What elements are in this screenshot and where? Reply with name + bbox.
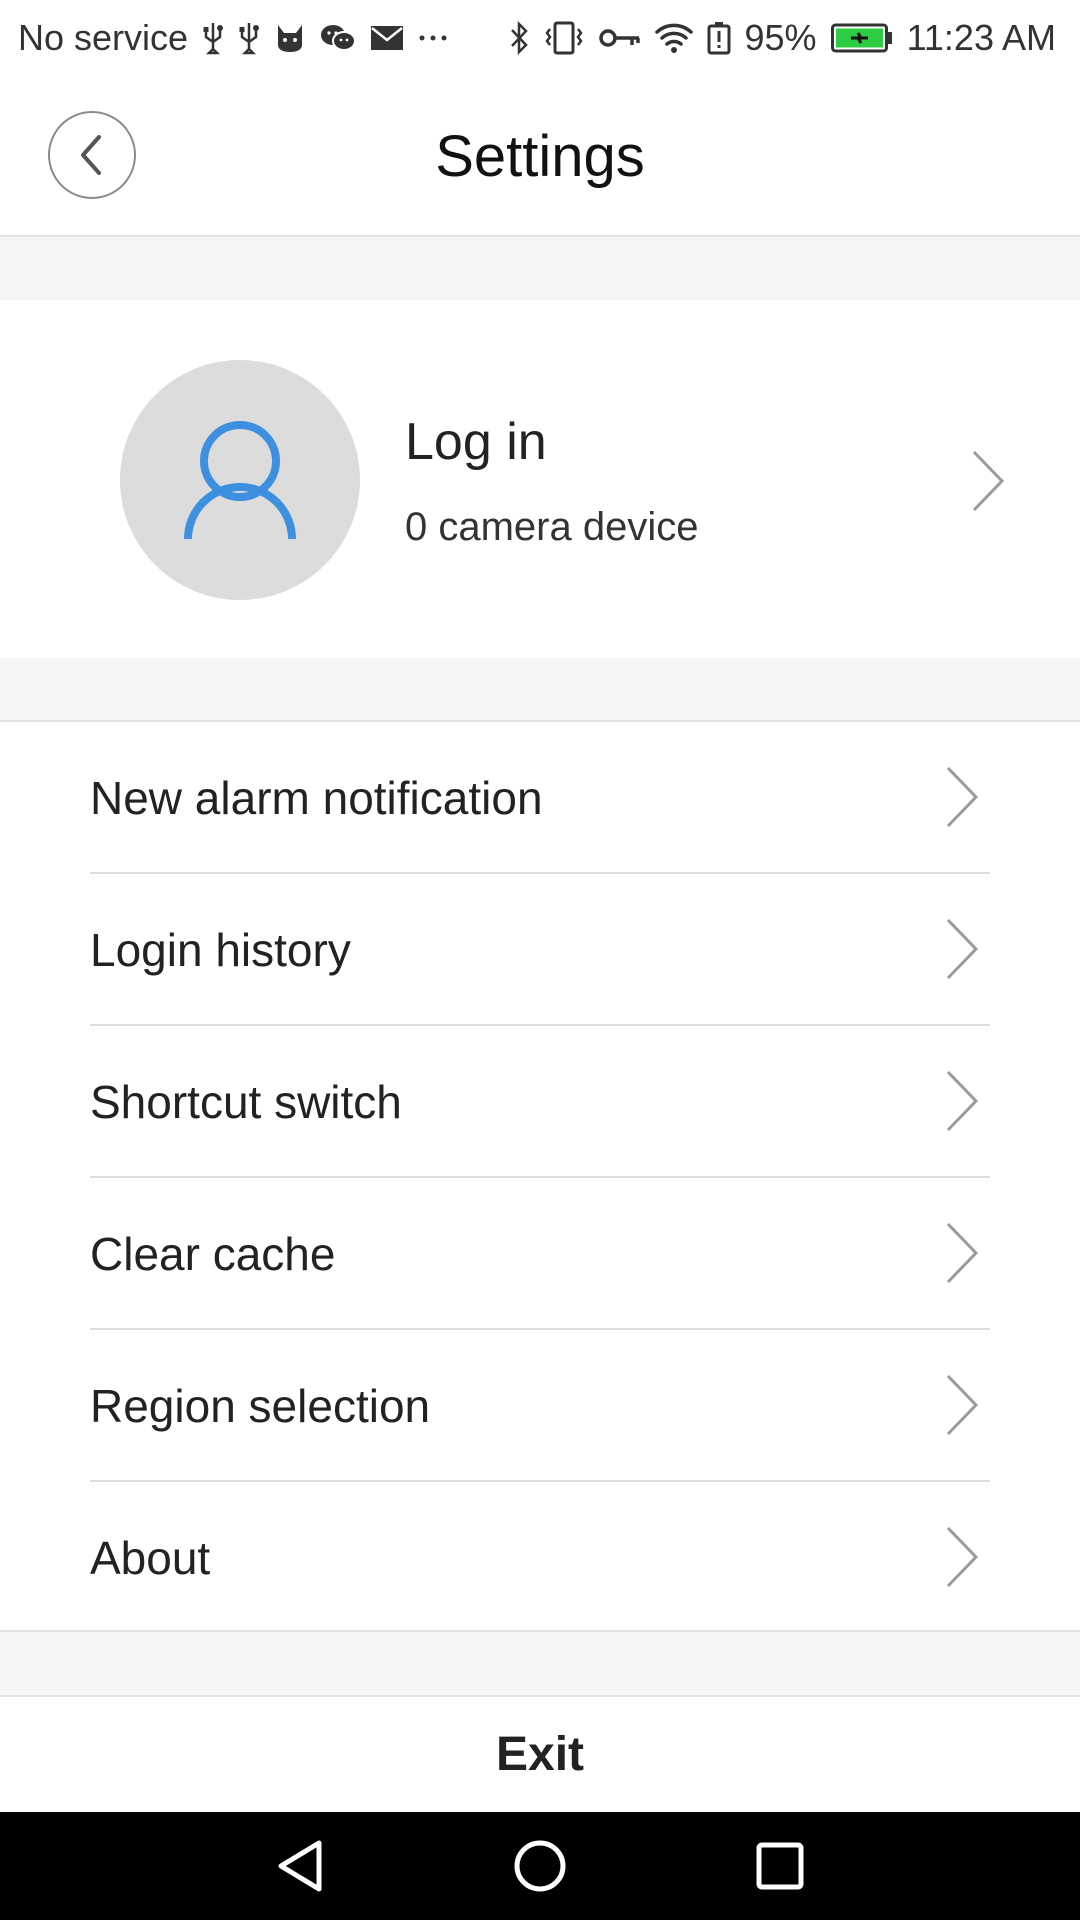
settings-item-label: Shortcut switch: [90, 1076, 402, 1128]
settings-item-shortcut-switch[interactable]: Shortcut switch: [90, 1026, 990, 1178]
settings-item-label: Region selection: [90, 1380, 431, 1432]
section-separator: [0, 1632, 1080, 1695]
settings-item-clear-cache[interactable]: Clear cache: [90, 1178, 990, 1330]
clock-time: 11:23 AM: [906, 16, 1056, 58]
settings-item-label: Login history: [90, 924, 351, 976]
home-circle-icon: [513, 1839, 567, 1893]
battery-alert-icon: [707, 21, 731, 55]
chevron-right-icon: [944, 918, 980, 985]
key-icon: [598, 27, 641, 49]
back-triangle-icon: [275, 1839, 325, 1893]
profile-login-label: Log in: [405, 413, 547, 471]
chevron-left-icon: [77, 133, 107, 177]
bluetooth-icon: [509, 20, 529, 55]
more-icon: [418, 33, 448, 43]
chevron-right-icon: [944, 1222, 980, 1289]
avatar: [120, 360, 360, 600]
chevron-right-icon: [944, 766, 980, 833]
chevron-right-icon: [970, 450, 1006, 517]
status-bar-right: 95% 11:23 AM: [509, 16, 1056, 59]
recents-square-icon: [755, 1841, 805, 1891]
usb-icon: [238, 21, 260, 55]
settings-list: New alarm notification Login history Sho…: [0, 720, 1080, 1632]
nav-recents-button[interactable]: [752, 1838, 808, 1894]
chevron-right-icon: [944, 1526, 980, 1593]
user-icon: [180, 415, 300, 545]
mail-icon: [370, 25, 404, 51]
page-title: Settings: [435, 123, 645, 189]
settings-item-label: New alarm notification: [90, 772, 543, 824]
wifi-icon: [654, 22, 693, 54]
settings-item-region-selection[interactable]: Region selection: [90, 1330, 990, 1482]
settings-item-new-alarm-notification[interactable]: New alarm notification: [90, 722, 990, 874]
status-bar-left: No service: [18, 17, 448, 59]
exit-button[interactable]: Exit: [0, 1695, 1080, 1812]
chevron-right-icon: [944, 1070, 980, 1137]
nav-back-button[interactable]: [272, 1838, 328, 1894]
battery-charging-icon: [830, 23, 893, 53]
section-separator: [0, 237, 1080, 300]
header-bar: Settings: [0, 75, 1080, 237]
settings-item-about[interactable]: About: [90, 1482, 990, 1634]
usb-icon: [202, 21, 224, 55]
wechat-icon: [320, 23, 357, 53]
settings-item-label: Clear cache: [90, 1228, 336, 1280]
carrier-text: No service: [18, 16, 189, 58]
settings-item-login-history[interactable]: Login history: [90, 874, 990, 1026]
nav-home-button[interactable]: [512, 1838, 568, 1894]
cat-icon: [274, 23, 306, 53]
battery-percent: 95%: [744, 16, 817, 58]
chevron-right-icon: [944, 1374, 980, 1441]
status-bar: No service 95% 11:23 AM: [0, 0, 1080, 75]
system-nav-bar: [0, 1812, 1080, 1920]
section-separator: [0, 658, 1080, 720]
login-profile-card[interactable]: Log in 0 camera device: [0, 300, 1080, 658]
camera-device-count: 0 camera device: [405, 505, 699, 549]
settings-item-label: About: [90, 1532, 211, 1584]
vibrate-icon: [543, 21, 585, 55]
back-button[interactable]: [48, 111, 136, 199]
